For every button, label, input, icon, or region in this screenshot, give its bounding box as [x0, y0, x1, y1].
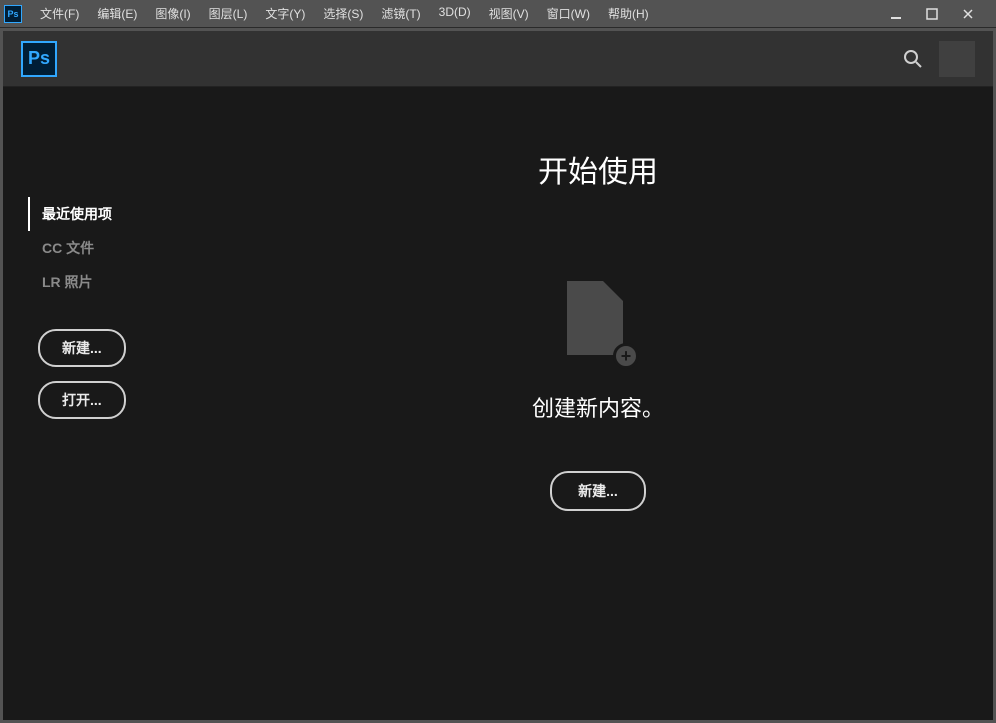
- sidebar-item-recent[interactable]: 最近使用项: [28, 197, 203, 231]
- search-button[interactable]: [897, 43, 929, 75]
- sidebar-nav: 最近使用项 CC 文件 LR 照片: [28, 197, 203, 299]
- menu-view[interactable]: 视图(V): [481, 3, 537, 24]
- create-subtitle: 创建新内容。: [532, 391, 664, 423]
- maximize-icon: [926, 8, 938, 20]
- close-icon: [962, 8, 974, 20]
- app-icon-small: Ps: [4, 5, 22, 23]
- titlebar: Ps 文件(F) 编辑(E) 图像(I) 图层(L) 文字(Y) 选择(S) 滤…: [0, 0, 996, 28]
- minimize-button[interactable]: [884, 4, 908, 24]
- app-body: Ps 最近使用项 CC 文件 LR 照片 新建... 打开...: [3, 31, 993, 720]
- app-window: Ps 文件(F) 编辑(E) 图像(I) 图层(L) 文字(Y) 选择(S) 滤…: [0, 0, 996, 723]
- plus-circle-icon: +: [613, 343, 639, 369]
- header-right: [897, 41, 975, 77]
- new-document-icon: +: [567, 281, 629, 361]
- menu-select[interactable]: 选择(S): [315, 3, 371, 24]
- sidebar: 最近使用项 CC 文件 LR 照片 新建... 打开...: [3, 87, 203, 720]
- menu-edit[interactable]: 编辑(E): [89, 3, 145, 24]
- content-area: 最近使用项 CC 文件 LR 照片 新建... 打开... 开始使用 + 创建新…: [3, 87, 993, 720]
- minimize-icon: [890, 8, 902, 20]
- menu-help[interactable]: 帮助(H): [600, 3, 657, 24]
- menu-filter[interactable]: 滤镜(T): [373, 3, 428, 24]
- ps-logo: Ps: [21, 41, 57, 77]
- header-bar: Ps: [3, 31, 993, 87]
- menu-type[interactable]: 文字(Y): [257, 3, 313, 24]
- close-button[interactable]: [956, 4, 980, 24]
- main-area: 开始使用 + 创建新内容。 新建...: [203, 87, 993, 720]
- sidebar-item-lr-photos[interactable]: LR 照片: [28, 265, 203, 299]
- document-shape-icon: [567, 281, 623, 355]
- account-button[interactable]: [939, 41, 975, 77]
- new-button[interactable]: 新建...: [38, 329, 126, 367]
- menu-3d[interactable]: 3D(D): [431, 3, 479, 24]
- window-controls: [884, 4, 992, 24]
- page-title: 开始使用: [538, 147, 658, 191]
- open-button[interactable]: 打开...: [38, 381, 126, 419]
- menu-image[interactable]: 图像(I): [147, 3, 198, 24]
- search-icon: [903, 49, 923, 69]
- sidebar-item-cc-files[interactable]: CC 文件: [28, 231, 203, 265]
- menubar: 文件(F) 编辑(E) 图像(I) 图层(L) 文字(Y) 选择(S) 滤镜(T…: [32, 3, 657, 24]
- sidebar-actions: 新建... 打开...: [28, 329, 203, 419]
- maximize-button[interactable]: [920, 4, 944, 24]
- menu-file[interactable]: 文件(F): [32, 3, 87, 24]
- menu-window[interactable]: 窗口(W): [539, 3, 598, 24]
- menu-layer[interactable]: 图层(L): [201, 3, 256, 24]
- main-new-button[interactable]: 新建...: [550, 471, 646, 511]
